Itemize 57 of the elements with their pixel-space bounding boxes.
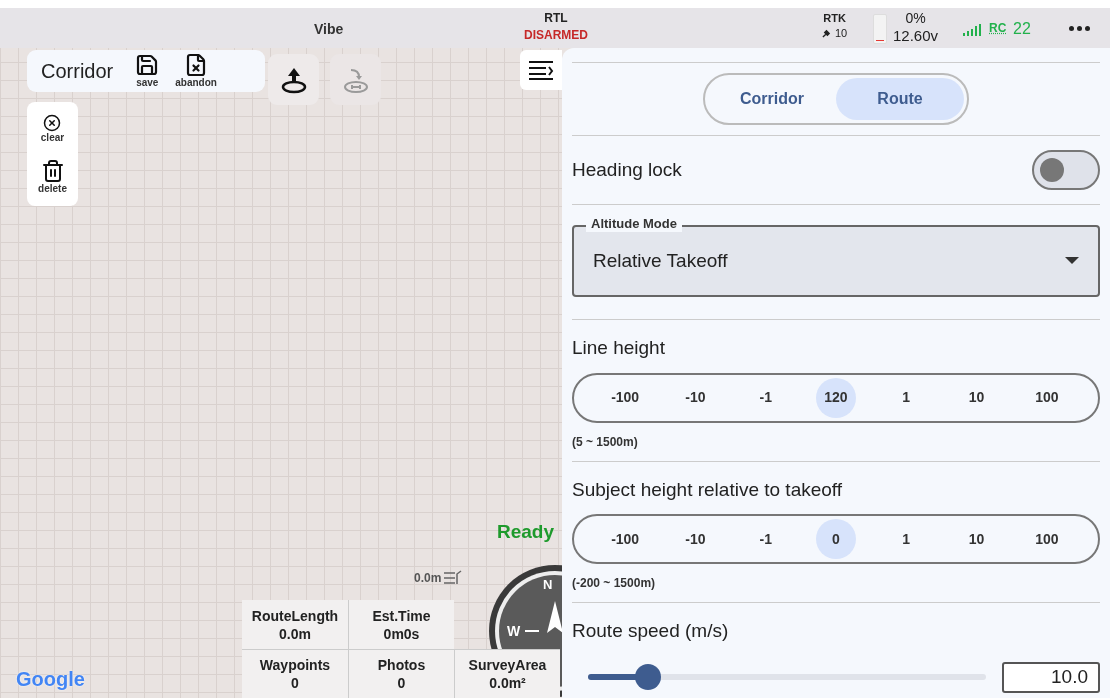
x-circle-icon: [43, 113, 62, 132]
speed-input[interactable]: 10.0: [1002, 661, 1100, 693]
battery-voltage: 12.60v: [893, 27, 939, 44]
step-option[interactable]: 100: [1026, 377, 1067, 418]
collapse-menu-icon: [528, 60, 554, 80]
route-speed-label: Route speed (m/s): [572, 619, 730, 643]
step-option[interactable]: -10: [675, 377, 716, 418]
battery-percent: 0%: [905, 10, 926, 27]
step-option[interactable]: -100: [605, 519, 646, 559]
altitude-icon: [443, 570, 464, 586]
step-option[interactable]: -1: [745, 377, 786, 418]
stat-cell: Est.Time 0m0s: [348, 600, 454, 649]
clear-button[interactable]: clear: [40, 113, 65, 144]
step-option[interactable]: -1: [745, 519, 786, 559]
step-option[interactable]: 1: [886, 377, 927, 418]
field-label: Subject height relative to takeoff: [572, 477, 844, 502]
rtk-label: RTK: [823, 11, 846, 26]
battery-icon: [873, 14, 887, 44]
stat-cell: SurveyArea 0.0m²: [454, 649, 560, 698]
dropdown-caret-icon: [1065, 257, 1079, 265]
altitude-reading: 0.0m: [414, 570, 442, 587]
stat-cell: RouteLength 0.0m: [242, 600, 348, 649]
stat-cell: Waypoints 0: [242, 649, 348, 698]
rc-label: RC: [989, 20, 1007, 37]
step-option[interactable]: 1: [886, 519, 927, 559]
heading-lock-toggle[interactable]: [1032, 150, 1100, 190]
trash-icon: [40, 158, 65, 183]
field-label: Line height: [572, 336, 666, 360]
satellite-icon: [822, 29, 831, 38]
panel-toggle-button[interactable]: [520, 50, 562, 90]
map-tool-button[interactable]: [268, 54, 319, 105]
delete-button[interactable]: delete: [38, 158, 67, 195]
abandon-button[interactable]: abandon: [175, 53, 217, 89]
mode-tab[interactable]: Route: [836, 78, 964, 120]
vehicle-name: Vibe: [314, 20, 344, 39]
step-option[interactable]: -10: [675, 519, 716, 559]
mission-title: Corridor: [41, 59, 114, 84]
map-attribution: Google: [16, 667, 85, 692]
stat-cell: Photos 0: [348, 649, 454, 698]
step-option[interactable]: 0: [816, 519, 856, 559]
altitude-mode-label: Altitude Mode: [586, 216, 682, 232]
step-option[interactable]: -100: [605, 377, 646, 418]
mode-tab[interactable]: Corridor: [708, 78, 836, 120]
speed-slider[interactable]: [588, 663, 986, 691]
step-option[interactable]: 120: [816, 377, 856, 418]
ready-status: Ready: [497, 520, 555, 544]
range-hint: (5 ~ 1500m): [572, 433, 639, 451]
step-option[interactable]: 10: [956, 519, 997, 559]
arm-state: DISARMED: [524, 27, 588, 44]
satellite-count: 10: [835, 26, 848, 41]
save-button[interactable]: save: [135, 53, 160, 89]
step-option[interactable]: 10: [956, 377, 997, 418]
flight-mode: RTL: [544, 10, 568, 27]
step-option[interactable]: 100: [1026, 519, 1067, 559]
range-hint: (-200 ~ 1500m): [572, 575, 657, 592]
rc-value: 22: [1013, 19, 1031, 39]
heading-lock-label: Heading lock: [572, 157, 682, 182]
